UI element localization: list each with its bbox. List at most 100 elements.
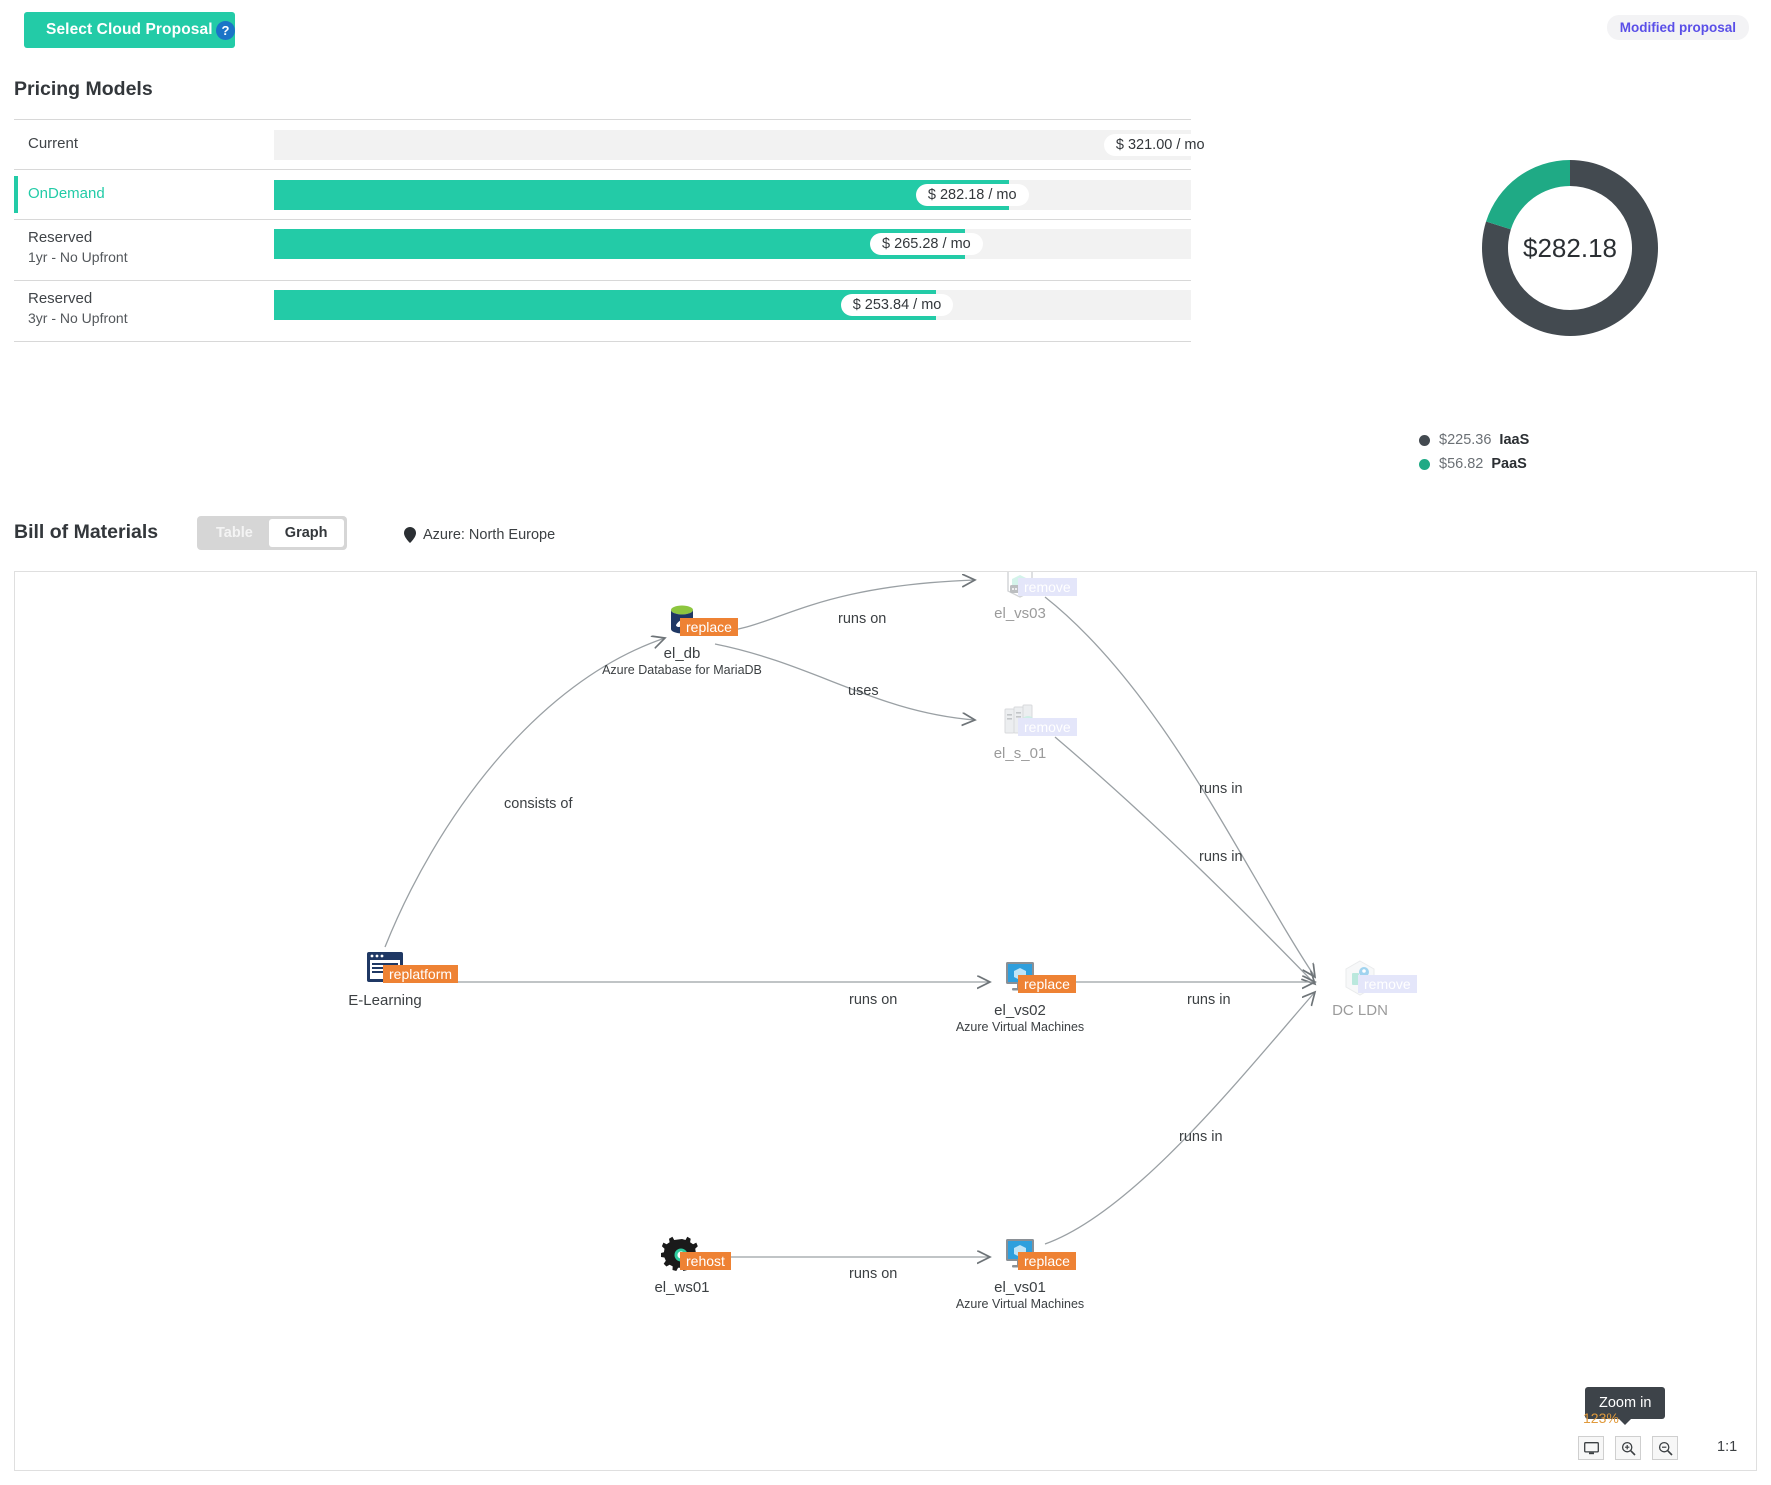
pricing-bar-fill [274, 290, 937, 320]
gear-icon: rehost [597, 1234, 767, 1276]
help-icon[interactable]: ? [216, 21, 235, 40]
monitor-icon[interactable] [1578, 1436, 1604, 1460]
zoom-controls[interactable] [1578, 1436, 1689, 1460]
graph-node-el-vs02[interactable]: replace el_vs02 Azure Virtual Machines [935, 957, 1105, 1034]
virtual-server-icon: remove [935, 572, 1105, 602]
pricing-model-name: Reserved [28, 229, 93, 246]
badge-remove-dc-ldn[interactable]: remove [1358, 975, 1417, 993]
node-service-el-vs02: Azure Virtual Machines [955, 1020, 1085, 1034]
edge-label-runs-in-vs03: runs in [1199, 781, 1243, 797]
node-name-elearning: E-Learning [348, 992, 422, 1009]
node-name-el-ws01: el_ws01 [654, 1279, 710, 1296]
edge-label-uses: uses [848, 683, 879, 699]
cost-donut-chart: $282.18 [1470, 148, 1670, 348]
badge-replatform-elearning[interactable]: replatform [383, 965, 459, 983]
node-name-dc-ldn: DC LDN [1332, 1002, 1388, 1019]
legend-label: IaaS [1499, 432, 1530, 448]
pricing-value-pill: $ 321.00 / mo [1103, 133, 1217, 156]
pricing-bar-track: $ 282.18 / mo [274, 179, 1191, 210]
pricing-bar-track: $ 321.00 / mo [274, 129, 1217, 160]
region-indicator: Azure: North Europe [404, 527, 555, 543]
top-bar: Select Cloud Proposal ? Modified proposa… [0, 0, 1771, 60]
graph-node-el-s-01[interactable]: remove el_s_01 [935, 700, 1105, 762]
graph-node-el-ws01[interactable]: rehost el_ws01 [597, 1234, 767, 1296]
graph-node-el-vs01[interactable]: replace el_vs01 Azure Virtual Machines [935, 1234, 1105, 1311]
azure-vm-icon: replace [935, 1234, 1105, 1276]
pricing-bar-fill [274, 229, 966, 259]
pricing-row-label: OnDemand [14, 184, 274, 204]
azure-vm-icon: replace [935, 957, 1105, 999]
zoom-in-icon[interactable] [1615, 1436, 1641, 1460]
select-cloud-proposal-button[interactable]: Select Cloud Proposal [24, 12, 235, 48]
legend-label: PaaS [1491, 456, 1527, 472]
pricing-bar-track: $ 253.84 / mo [274, 290, 1191, 320]
modified-proposal-badge: Modified proposal [1606, 15, 1749, 40]
badge-replace-el-vs01[interactable]: replace [1018, 1252, 1076, 1270]
tab-graph[interactable]: Graph [268, 519, 344, 547]
graph-node-dc-ldn[interactable]: remove DC LDN [1275, 957, 1445, 1019]
graph-edges [384, 572, 1757, 1471]
edge-label-runs-in-vs02: runs in [1187, 992, 1231, 1008]
legend-item: $56.82 PaaS [1419, 456, 1529, 472]
edge-label-runs-in-s01: runs in [1199, 849, 1243, 865]
pricing-bar-track: $ 265.28 / mo [274, 229, 1191, 259]
node-name-el-vs03: el_vs03 [994, 605, 1046, 622]
legend-color-dot [1419, 434, 1430, 446]
pricing-model-term: 3yr - No Upfront [28, 310, 128, 327]
pricing-row-label: Reserved 1yr - No Upfront [14, 228, 274, 267]
pricing-bar-fill [274, 179, 1010, 210]
pricing-models-table: Current $ 321.00 / mo OnDemand $ 282.18 / m… [14, 119, 1217, 342]
bom-graph-canvas[interactable]: runs on uses consists of runs in runs in… [14, 571, 1757, 1471]
badge-rehost-el-ws01[interactable]: rehost [680, 1252, 731, 1270]
legend-value: $225.36 [1439, 432, 1492, 448]
graph-node-el-vs03[interactable]: remove el_vs03 [935, 572, 1105, 622]
region-label: Azure: North Europe [423, 527, 556, 543]
badge-remove-el-s-01[interactable]: remove [1018, 718, 1077, 736]
edge-label-runs-on-vs01: runs on [849, 1266, 898, 1282]
edge-label-runs-on-vs02: runs on [849, 992, 898, 1008]
pricing-row[interactable]: OnDemand $ 282.18 / mo [14, 169, 1191, 219]
graph-node-elearning[interactable]: replatform E-Learning [300, 947, 470, 1009]
tab-table[interactable]: Table [200, 519, 269, 547]
bill-of-materials-title: Bill of Materials [14, 521, 159, 543]
edge-label-consists-of: consists of [504, 796, 573, 812]
node-name-el-s-01: el_s_01 [993, 745, 1047, 762]
pricing-row-label: Reserved 3yr - No Upfront [14, 289, 274, 328]
legend-color-dot [1419, 458, 1430, 470]
pricing-row[interactable]: Reserved 3yr - No Upfront $ 253.84 / mo [14, 280, 1191, 342]
pricing-value-pill: $ 265.28 / mo [870, 233, 983, 255]
badge-remove-el-vs03[interactable]: remove [1018, 578, 1077, 596]
donut-center-total: $282.18 [1523, 232, 1617, 263]
node-name-el-vs02: el_vs02 [994, 1002, 1046, 1019]
node-name-el-vs01: el_vs01 [994, 1279, 1046, 1296]
pricing-bar-fill [274, 129, 1191, 160]
zoom-out-icon[interactable] [1652, 1436, 1678, 1460]
pricing-row[interactable]: Current $ 321.00 / mo [14, 119, 1217, 169]
badge-replace-el-db[interactable]: replace [680, 618, 738, 636]
location-pin-icon [404, 527, 416, 543]
zoom-percentage: 123% [1583, 1410, 1619, 1426]
pricing-row[interactable]: Reserved 1yr - No Upfront $ 265.28 / mo [14, 219, 1191, 280]
bom-view-toggle[interactable]: Table Graph [197, 516, 347, 550]
application-window-icon: replatform [300, 947, 470, 989]
graph-node-el-db[interactable]: replace el_db Azure Database for MariaDB [597, 600, 767, 677]
edge-label-runs-in-vs01: runs in [1179, 1129, 1223, 1145]
badge-replace-el-vs02[interactable]: replace [1018, 975, 1076, 993]
zoom-ratio-label: 1:1 [1717, 1439, 1738, 1455]
pricing-model-term: 1yr - No Upfront [28, 249, 128, 266]
pricing-models-title: Pricing Models [14, 78, 153, 100]
node-name-el-db: el_db [663, 645, 701, 662]
pricing-value-pill: $ 282.18 / mo [915, 183, 1029, 206]
node-service-el-vs01: Azure Virtual Machines [955, 1297, 1085, 1311]
server-stack-icon: remove [935, 700, 1105, 742]
mariadb-icon: replace [597, 600, 767, 642]
legend-value: $56.82 [1439, 456, 1484, 472]
datacenter-icon: remove [1275, 957, 1445, 999]
pricing-model-name: Reserved [28, 290, 93, 307]
pricing-value-pill: $ 253.84 / mo [840, 294, 954, 316]
pricing-model-name: OnDemand [28, 185, 105, 203]
edge-label-runs-on-vs03: runs on [838, 611, 887, 627]
pricing-row-label: Current [14, 134, 274, 154]
node-service-el-db: Azure Database for MariaDB [602, 663, 762, 677]
legend-item: $225.36 IaaS [1419, 432, 1529, 448]
